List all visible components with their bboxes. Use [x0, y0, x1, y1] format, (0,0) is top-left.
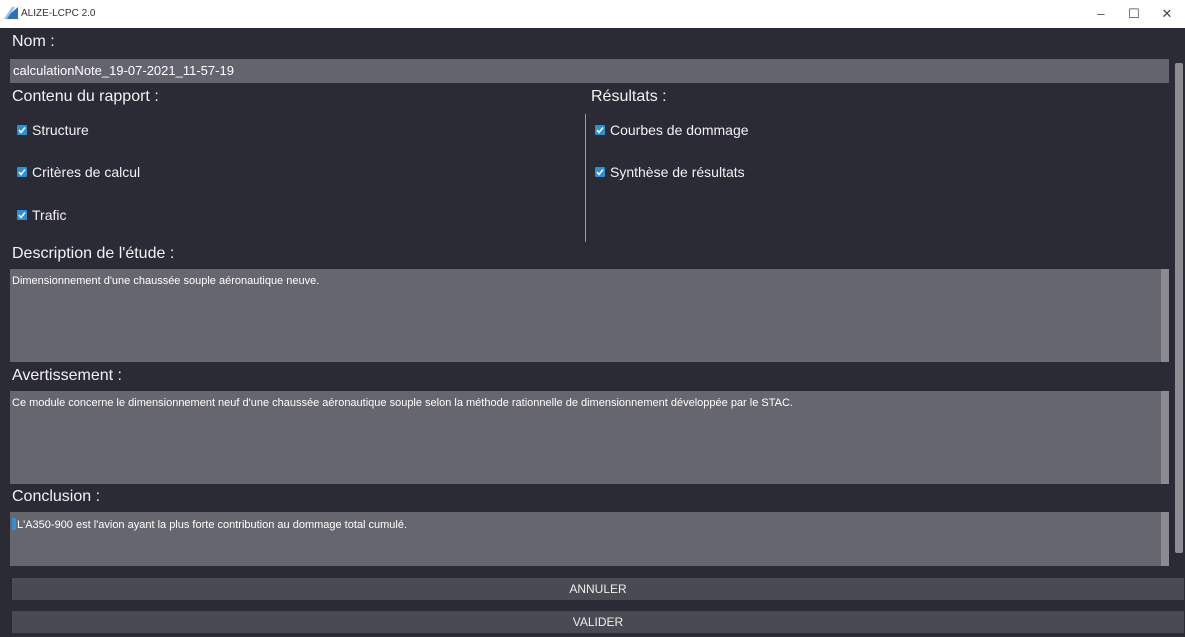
textarea-scrollbar[interactable]	[1161, 512, 1169, 566]
validate-button[interactable]: VALIDER	[12, 611, 1184, 633]
title-bar: ALIZE-LCPC 2.0 – ☐ ✕	[0, 0, 1185, 28]
checkbox-structure[interactable]: Structure	[17, 122, 89, 138]
checkbox-checked-icon	[17, 125, 27, 135]
warning-label: Avertissement :	[12, 367, 122, 384]
textarea-scrollbar[interactable]	[1161, 391, 1169, 484]
minimize-button[interactable]: –	[1086, 4, 1116, 24]
name-label: Nom :	[12, 33, 55, 50]
checkbox-label: Critères de calcul	[32, 164, 141, 180]
window-title: ALIZE-LCPC 2.0	[21, 8, 96, 19]
checkbox-courbes-de-dommage[interactable]: Courbes de dommage	[595, 122, 749, 138]
checkbox-label: Trafic	[32, 207, 67, 223]
description-textarea[interactable]: Dimensionnement d'une chaussée souple aé…	[10, 269, 1169, 362]
checkbox-synthese-de-resultats[interactable]: Synthèse de résultats	[595, 164, 745, 180]
conclusion-label: Conclusion :	[12, 488, 101, 505]
warning-textarea[interactable]: Ce module concerne le dimensionnement ne…	[10, 391, 1169, 484]
results-label: Résultats :	[591, 88, 667, 105]
checkbox-label: Structure	[32, 122, 89, 138]
name-input[interactable]: calculationNote_19-07-2021_11-57-19	[10, 59, 1169, 83]
conclusion-textarea[interactable]: L'A350-900 est l'avion ayant la plus for…	[10, 512, 1169, 566]
main-panel: Nom : calculationNote_19-07-2021_11-57-1…	[0, 28, 1185, 637]
checkbox-checked-icon	[17, 167, 27, 177]
cancel-button[interactable]: ANNULER	[12, 578, 1184, 600]
description-label: Description de l'étude :	[12, 245, 175, 262]
warning-text: Ce module concerne le dimensionnement ne…	[12, 397, 793, 409]
checkbox-checked-icon	[595, 125, 605, 135]
checkbox-checked-icon	[17, 210, 27, 220]
app-logo-icon	[4, 7, 18, 19]
close-button[interactable]: ✕	[1152, 4, 1182, 24]
textarea-scrollbar[interactable]	[1161, 269, 1169, 362]
checkbox-checked-icon	[595, 167, 605, 177]
conclusion-text: L'A350-900 est l'avion ayant la plus for…	[17, 519, 408, 531]
description-text: Dimensionnement d'une chaussée souple aé…	[12, 275, 320, 287]
text-cursor	[12, 518, 16, 530]
checkbox-label: Courbes de dommage	[610, 122, 749, 138]
maximize-button[interactable]: ☐	[1119, 4, 1149, 24]
checkbox-label: Synthèse de résultats	[610, 164, 745, 180]
checkbox-criteres-de-calcul[interactable]: Critères de calcul	[17, 164, 140, 180]
section-divider	[585, 114, 586, 242]
checkbox-trafic[interactable]: Trafic	[17, 207, 66, 223]
report-content-label: Contenu du rapport :	[12, 88, 159, 105]
page-scrollbar[interactable]	[1175, 63, 1183, 553]
